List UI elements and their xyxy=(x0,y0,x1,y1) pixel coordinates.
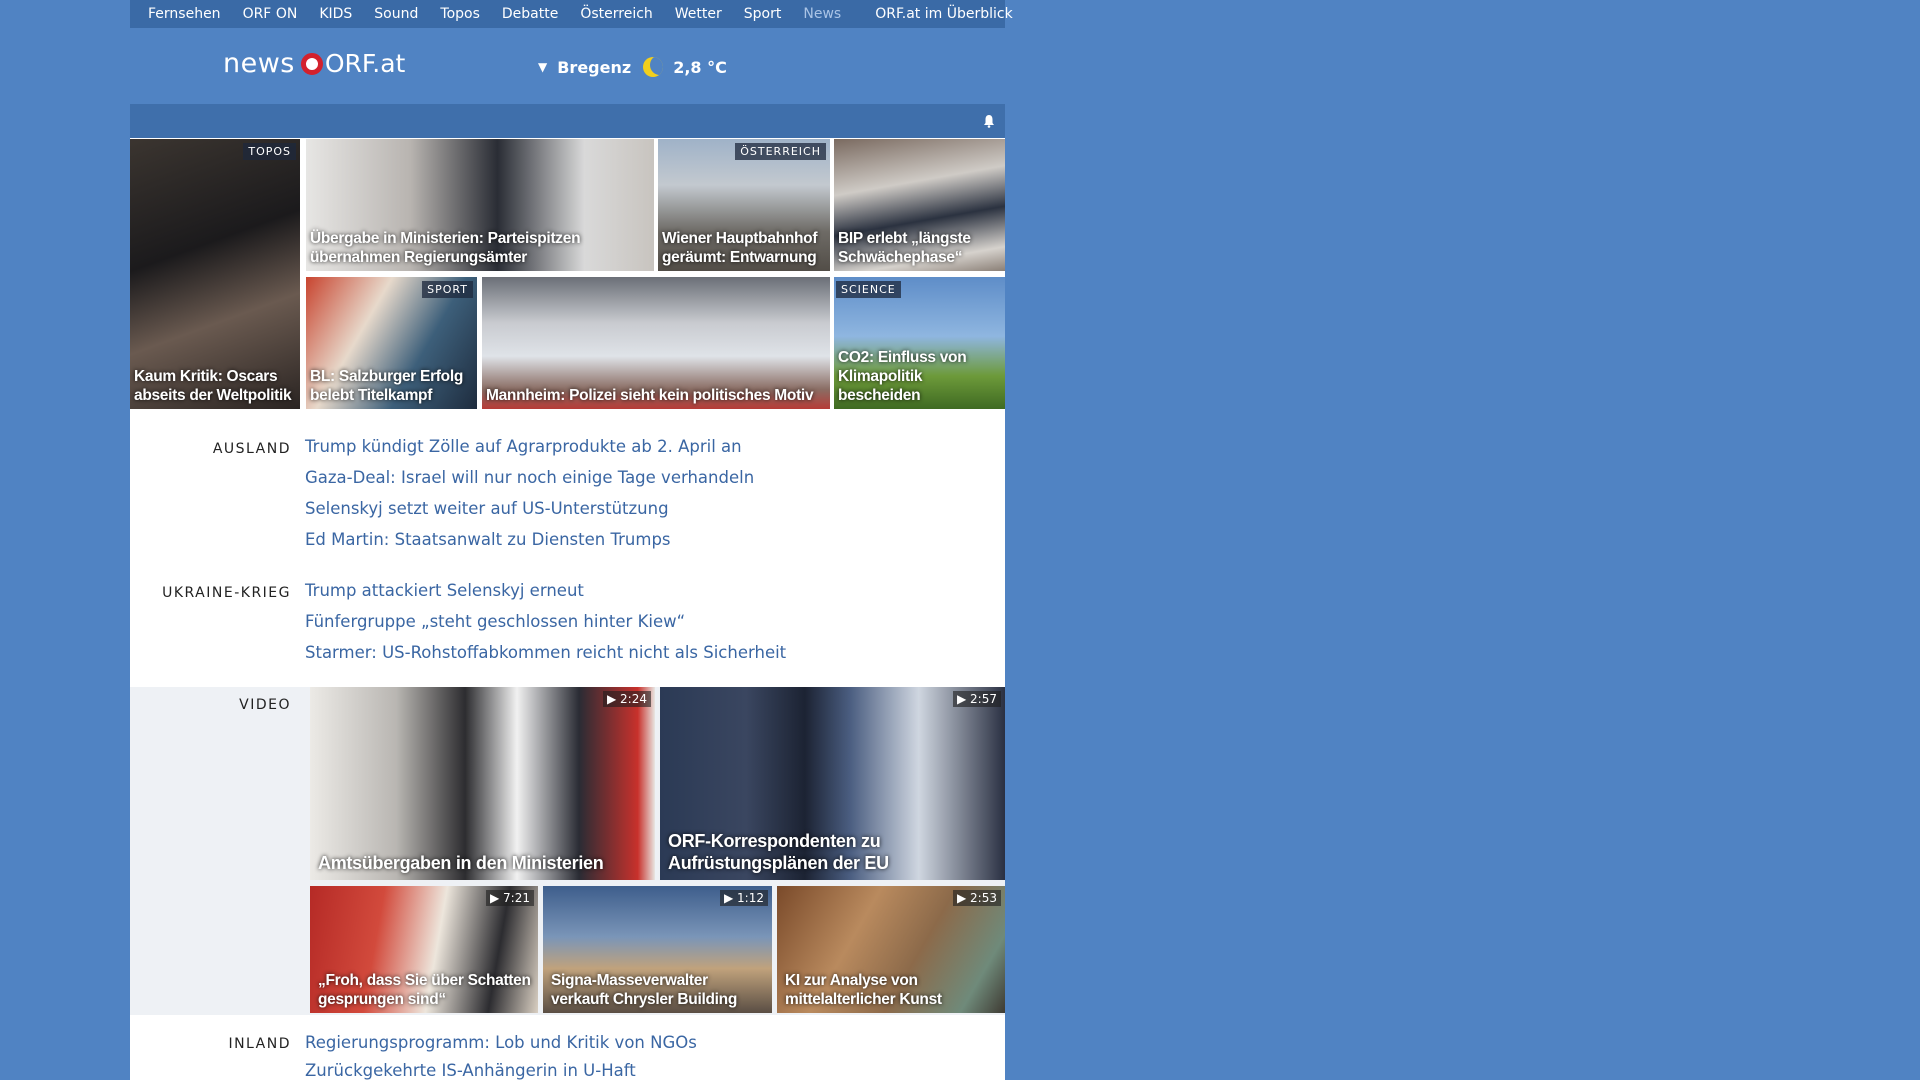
headline-link[interactable]: Gaza-Deal: Israel will nur noch einige T… xyxy=(305,467,754,498)
section-label: UKRAINE-KRIEG xyxy=(162,585,291,601)
site-header: news ORF.at ▼ Bregenz 2,8 °C xyxy=(130,28,1005,103)
news-orf-logo[interactable]: news ORF.at xyxy=(223,48,405,79)
tile-title: BL: Salzburger Erfolg belebt Titelkampf xyxy=(310,368,464,404)
video-tile-froh[interactable]: ▶ 7:21 „Froh, dass Sie über Schatten ges… xyxy=(310,886,538,1013)
nav-oesterreich[interactable]: Österreich xyxy=(580,6,652,22)
section-label: VIDEO xyxy=(239,697,291,713)
tile-tag: SCIENCE xyxy=(836,281,901,298)
logo-orf-text: ORF.at xyxy=(324,49,406,78)
nav-sound[interactable]: Sound xyxy=(374,6,418,22)
tile-salzburg[interactable]: SPORT BL: Salzburger Erfolg belebt Titel… xyxy=(306,277,477,409)
nav-orf-on[interactable]: ORF ON xyxy=(243,6,298,22)
tile-bip[interactable]: BIP erlebt „längste Schwächephase“ xyxy=(834,139,1005,271)
tile-tag: TOPOS xyxy=(243,143,296,160)
video-tile-korrespondenten[interactable]: ▶ 2:57 ORF-Korrespondenten zu Aufrüstung… xyxy=(660,687,1005,880)
video-duration: ▶ 2:53 xyxy=(953,890,1001,906)
nav-wetter[interactable]: Wetter xyxy=(675,6,722,22)
section-label: INLAND xyxy=(228,1036,291,1052)
nav-topos[interactable]: Topos xyxy=(440,6,479,22)
video-duration: ▶ 2:24 xyxy=(603,691,651,707)
orf-ring-icon xyxy=(300,52,323,75)
section-ukraine-krieg: UKRAINE-KRIEG Trump attackiert Selenskyj… xyxy=(130,576,1005,666)
tile-title: Mannheim: Polizei sieht kein politisches… xyxy=(486,387,814,404)
section-video: VIDEO ▶ 2:24 Amtsübergaben in den Minist… xyxy=(130,687,1005,1015)
weather-widget[interactable]: ▼ Bregenz 2,8 °C xyxy=(538,57,727,77)
headline-link[interactable]: Fünfergruppe „steht geschlossen hinter K… xyxy=(305,611,786,642)
content-top-bar xyxy=(130,104,1005,138)
page-wrapper: Fernsehen ORF ON KIDS Sound Topos Debatt… xyxy=(130,0,1013,1080)
tile-hauptbahnhof[interactable]: ÖSTERREICH Wiener Hauptbahnhof geräumt: … xyxy=(658,139,830,271)
weather-city: Bregenz xyxy=(557,57,632,77)
dropdown-triangle-icon: ▼ xyxy=(538,60,548,74)
headline-link[interactable]: Zurückgekehrte IS-Anhängerin in U-Haft xyxy=(305,1060,697,1080)
tile-tag: ÖSTERREICH xyxy=(735,143,826,160)
nav-news[interactable]: News xyxy=(803,6,841,22)
section-label: AUSLAND xyxy=(212,441,291,457)
section-ausland: AUSLAND Trump kündigt Zölle auf Agrarpro… xyxy=(130,432,1005,552)
headline-link[interactable]: Trump attackiert Selenskyj erneut xyxy=(305,580,786,611)
tile-title: BIP erlebt „längste Schwächephase“ xyxy=(838,230,971,266)
link-list: Trump attackiert Selenskyj erneut Fünfer… xyxy=(305,580,786,673)
tile-title: Übergabe in Ministerien: Parteispitzen ü… xyxy=(310,230,581,266)
video-tile-signa[interactable]: ▶ 1:12 Signa-Masseverwalter verkauft Chr… xyxy=(543,886,772,1013)
headline-link[interactable]: Starmer: US-Rohstoffabkommen reicht nich… xyxy=(305,642,786,673)
bell-icon[interactable] xyxy=(983,114,995,128)
headline-link[interactable]: Trump kündigt Zölle auf Agrarprodukte ab… xyxy=(305,436,754,467)
link-list: Trump kündigt Zölle auf Agrarprodukte ab… xyxy=(305,436,754,560)
tile-title: Wiener Hauptbahnhof geräumt: Entwarnung xyxy=(662,230,818,266)
headline-link[interactable]: Selenskyj setzt weiter auf US-Unterstütz… xyxy=(305,498,754,529)
video-title: „Froh, dass Sie über Schatten gesprungen… xyxy=(318,972,531,1008)
tile-title: CO2: Einfluss von Klimapolitik bescheide… xyxy=(838,349,967,404)
content-panel: TOPOS Kaum Kritik: Oscars abseits der We… xyxy=(130,104,1005,1080)
nav-debatte[interactable]: Debatte xyxy=(502,6,558,22)
video-duration: ▶ 2:57 xyxy=(953,691,1001,707)
video-tile-ki-kunst[interactable]: ▶ 2:53 KI zur Analyse von mittelalterlic… xyxy=(777,886,1005,1013)
nav-kids[interactable]: KIDS xyxy=(319,6,352,22)
top-navigation: Fernsehen ORF ON KIDS Sound Topos Debatt… xyxy=(130,0,1013,28)
nav-sport[interactable]: Sport xyxy=(744,6,782,22)
headline-link[interactable]: Regierungsprogramm: Lob und Kritik von N… xyxy=(305,1032,697,1060)
section-inland: INLAND Regierungsprogramm: Lob und Kriti… xyxy=(130,1032,1005,1080)
tile-title: Kaum Kritik: Oscars abseits der Weltpoli… xyxy=(134,368,292,404)
video-duration: ▶ 1:12 xyxy=(720,890,768,906)
video-title: KI zur Analyse von mittelalterlicher Kun… xyxy=(785,972,942,1008)
moon-icon xyxy=(643,57,664,77)
logo-news-text: news xyxy=(223,48,295,79)
link-list: Regierungsprogramm: Lob und Kritik von N… xyxy=(305,1032,697,1080)
nav-overview[interactable]: ORF.at im Überblick xyxy=(875,6,1012,22)
tile-tag: SPORT xyxy=(422,281,473,298)
weather-temperature: 2,8 °C xyxy=(673,57,727,77)
tile-oscars[interactable]: TOPOS Kaum Kritik: Oscars abseits der We… xyxy=(130,139,300,409)
video-title: Amtsübergaben in den Ministerien xyxy=(318,853,604,873)
tile-mannheim[interactable]: Mannheim: Polizei sieht kein politisches… xyxy=(482,277,830,409)
nav-fernsehen[interactable]: Fernsehen xyxy=(148,6,221,22)
video-tile-amtsuebergaben[interactable]: ▶ 2:24 Amtsübergaben in den Ministerien xyxy=(310,687,655,880)
tile-co2[interactable]: SCIENCE CO2: Einfluss von Klimapolitik b… xyxy=(834,277,1005,409)
video-title: Signa-Masseverwalter verkauft Chrysler B… xyxy=(551,972,737,1008)
video-duration: ▶ 7:21 xyxy=(486,890,534,906)
video-title: ORF-Korrespondenten zu Aufrüstungsplänen… xyxy=(668,831,889,873)
headline-link[interactable]: Ed Martin: Staatsanwalt zu Diensten Trum… xyxy=(305,529,754,560)
tile-uebergabe[interactable]: Übergabe in Ministerien: Parteispitzen ü… xyxy=(306,139,654,271)
